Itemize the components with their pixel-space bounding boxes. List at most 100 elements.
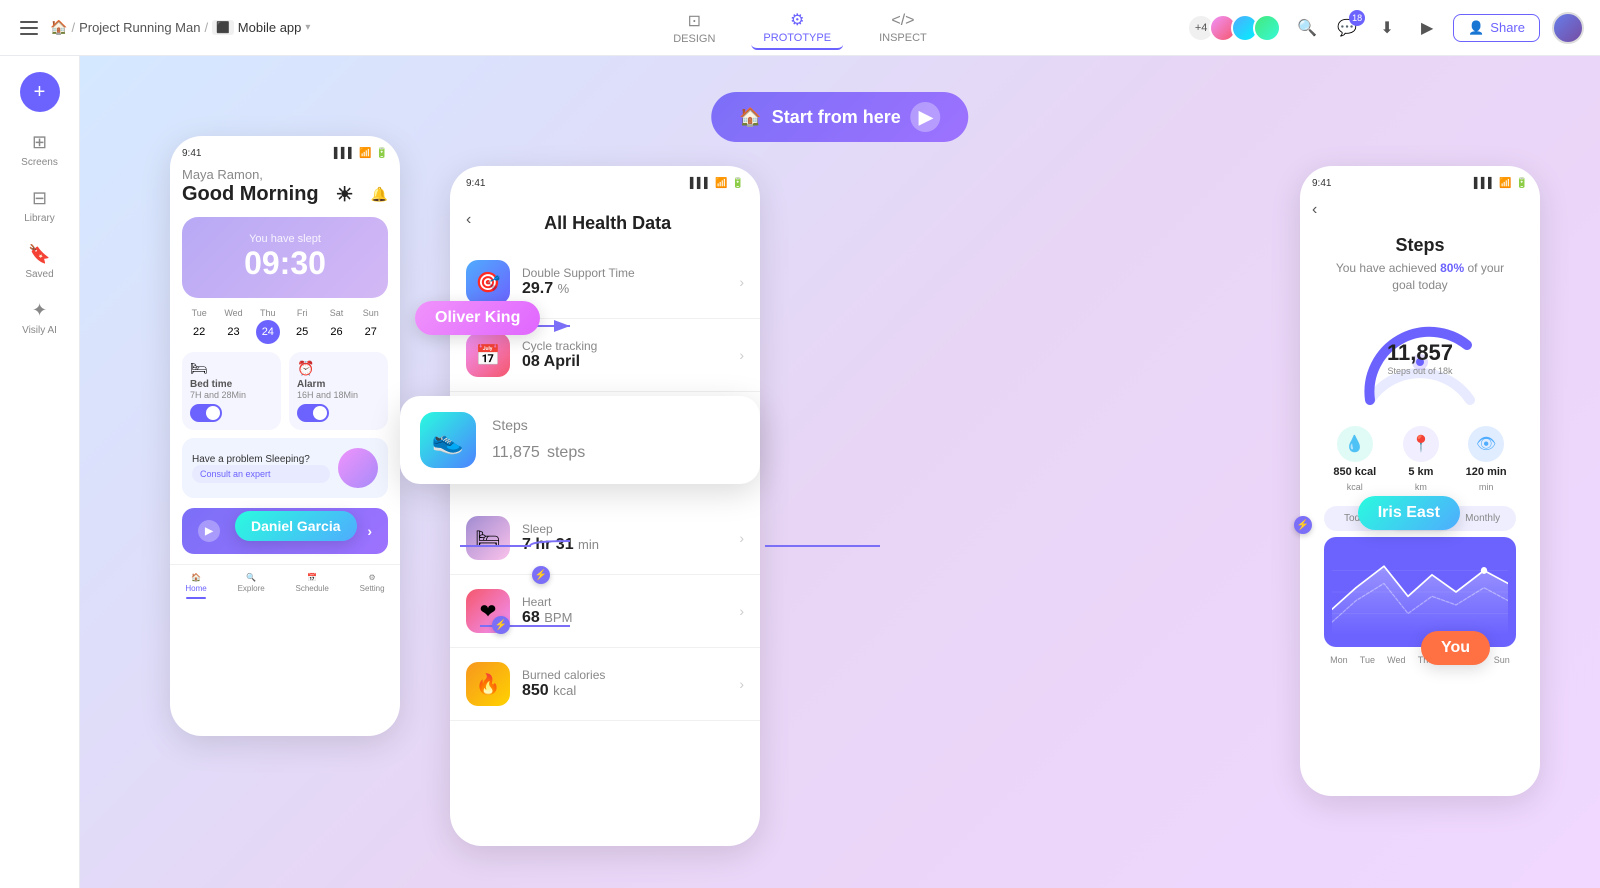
bedtime-toggle[interactable] xyxy=(190,404,222,422)
bedtime-duration: 7H and 28Min xyxy=(190,390,273,400)
steps-card-label: Steps xyxy=(492,417,585,433)
nav-home[interactable]: 🏠 Home xyxy=(185,573,206,599)
sidebar-item-saved[interactable]: 🔖 Saved xyxy=(8,236,72,288)
prototype-icon: ⚙ xyxy=(790,10,804,30)
nav-explore[interactable]: 🔍 Explore xyxy=(238,573,265,599)
tab-design[interactable]: ⊡ DESIGN xyxy=(661,7,727,49)
cycle-icon: 📅 xyxy=(466,333,510,377)
sun-icon: ☀ xyxy=(336,182,354,207)
add-screen-button[interactable]: + xyxy=(20,72,60,112)
health-list: 🎯 Double Support Time 29.7 % › 📅 Cycle t… xyxy=(450,246,760,866)
nav-settings[interactable]: ⚙ Setting xyxy=(360,573,385,599)
user-avatar[interactable] xyxy=(1552,12,1584,44)
page-name: Mobile app xyxy=(238,20,302,35)
mini-stat-kcal: 💧 850 kcal kcal xyxy=(1333,426,1376,492)
phone2-status-bar: 9:41 ▌▌▌ 📶 🔋 xyxy=(450,166,760,189)
km-icon: 📍 xyxy=(1403,426,1439,462)
sidebar-item-visily-ai[interactable]: ✦ Visily AI xyxy=(8,292,72,344)
wifi-icon-2: 📶 xyxy=(715,178,727,189)
battery-icon-3: 🔋 xyxy=(1516,178,1528,189)
chevron-right-icon: › xyxy=(739,274,744,290)
design-icon: ⊡ xyxy=(688,11,701,31)
steps-gauge: 11,857 Steps out of 18k xyxy=(1312,310,1528,410)
you-bubble: You xyxy=(1421,631,1490,665)
menu-button[interactable] xyxy=(16,17,42,39)
sidebar-label-library: Library xyxy=(24,213,55,224)
sidebar: + ⊞ Screens ⊟ Library 🔖 Saved ✦ Visily A… xyxy=(0,56,80,888)
tab-monthly[interactable]: Monthly xyxy=(1451,508,1514,529)
home-start-icon: 🏠 xyxy=(739,107,761,128)
topbar-right: +4 🔍 💬 18 ⬇ ▶ 👤 Share xyxy=(1187,12,1584,44)
steps-chart xyxy=(1324,537,1516,647)
play-start-icon: ▶ xyxy=(911,102,941,132)
health-item-calories[interactable]: 🔥 Burned calories 850 kcal › xyxy=(450,648,760,721)
calendar-row: Tue 22 Wed 23 Thu 24 Fri 25 Sat 26 xyxy=(182,308,388,344)
cal-day-tue: Tue 22 xyxy=(187,308,211,344)
promo-card: Have a problem Sleeping? Consult an expe… xyxy=(182,438,388,498)
phone1-time: 9:41 xyxy=(182,148,201,159)
bed-icon: 🛏 xyxy=(190,360,273,377)
consult-button[interactable]: Consult an expert xyxy=(192,465,330,483)
cal-day-wed: Wed 23 xyxy=(221,308,245,344)
mini-stat-min: 👁 120 min min xyxy=(1466,426,1507,492)
signal-icon: ▌▌▌ xyxy=(334,148,355,159)
search-button[interactable]: 🔍 xyxy=(1293,14,1321,42)
play-button[interactable]: ▶ xyxy=(1413,14,1441,42)
gauge-value: 11,857 xyxy=(1387,340,1453,366)
collaborators: +4 xyxy=(1187,14,1281,42)
collaborator-avatar-3 xyxy=(1253,14,1281,42)
sleep-time: 09:30 xyxy=(198,245,372,282)
greeting-name: Maya Ramon, xyxy=(182,167,388,182)
canvas: 🏠 Start from here ▶ 9:41 ▌▌▌ 📶 🔋 Maya Ra… xyxy=(80,56,1600,888)
nav-schedule[interactable]: 📅 Schedule xyxy=(296,573,329,599)
signal-icon-2: ▌▌▌ xyxy=(690,178,711,189)
back-icon-3[interactable]: ‹ xyxy=(1312,201,1317,219)
schedule-icon: 📅 xyxy=(307,573,317,582)
comments-button[interactable]: 💬 18 xyxy=(1333,14,1361,42)
cal-day-fri: Fri 25 xyxy=(290,308,314,344)
phone1-mockup: 9:41 ▌▌▌ 📶 🔋 Maya Ramon, Good Morning ☀ … xyxy=(170,136,400,736)
chevron-down-icon[interactable]: ▾ xyxy=(305,22,310,33)
sidebar-label-saved: Saved xyxy=(25,269,53,280)
greeting-text: Good Morning ☀ 🔔 xyxy=(182,182,388,207)
calories-icon: 🔥 xyxy=(466,662,510,706)
topbar: 🏠 / Project Running Man / ⬛ Mobile app ▾… xyxy=(0,0,1600,56)
bell-icon: 🔔 xyxy=(371,186,388,203)
chevron-right-icon-3: › xyxy=(739,530,744,546)
mini-stat-km: 📍 5 km km xyxy=(1403,426,1439,492)
alarm-toggle[interactable] xyxy=(297,404,329,422)
alarm-label: Alarm xyxy=(297,379,380,390)
tab-inspect[interactable]: </> INSPECT xyxy=(867,8,939,48)
play-icon: ▶ xyxy=(198,520,220,542)
phone3-time: 9:41 xyxy=(1312,178,1331,189)
health-item-sleep[interactable]: 🛏 Sleep 7 hr 31 min › xyxy=(450,502,760,575)
wifi-icon-3: 📶 xyxy=(1499,178,1511,189)
phone3-subtitle: You have achieved 80% of your goal today xyxy=(1312,260,1528,302)
inspect-icon: </> xyxy=(891,12,914,30)
notification-badge: 18 xyxy=(1349,10,1365,26)
steps-card-icon: 👟 xyxy=(420,412,476,468)
double-support-icon: 🎯 xyxy=(466,260,510,304)
oliver-king-bubble: Oliver King xyxy=(415,301,540,335)
sidebar-item-screens[interactable]: ⊞ Screens xyxy=(8,124,72,176)
ai-icon: ✦ xyxy=(32,300,47,321)
phone1-status-bar: 9:41 ▌▌▌ 📶 🔋 xyxy=(182,148,388,159)
topbar-left: 🏠 / Project Running Man / ⬛ Mobile app ▾ xyxy=(16,17,310,39)
chevron-right-icon-5: › xyxy=(739,676,744,692)
phone3-mockup: 9:41 ▌▌▌ 📶 🔋 ‹ Steps You have achieved 8… xyxy=(1300,166,1540,796)
tab-prototype[interactable]: ⚙ PROTOTYPE xyxy=(751,6,843,50)
start-from-here-button[interactable]: 🏠 Start from here ▶ xyxy=(711,92,968,142)
share-button[interactable]: 👤 Share xyxy=(1453,14,1540,42)
breadcrumb: 🏠 / Project Running Man / ⬛ Mobile app ▾ xyxy=(50,19,310,36)
sidebar-item-library[interactable]: ⊟ Library xyxy=(8,180,72,232)
daniel-garcia-bubble: Daniel Garcia xyxy=(235,511,357,541)
gauge-sub: Steps out of 18k xyxy=(1387,366,1453,376)
cal-day-thu[interactable]: Thu 24 xyxy=(256,308,280,344)
health-item-heart[interactable]: ❤ Heart 68 BPM › xyxy=(450,575,760,648)
home-nav-icon: 🏠 xyxy=(191,573,201,582)
download-button[interactable]: ⬇ xyxy=(1373,14,1401,42)
home-icon[interactable]: 🏠 xyxy=(50,19,67,36)
alarm-time: 16H and 18Min xyxy=(297,390,380,400)
chevron-right-icon-2: › xyxy=(739,347,744,363)
sleep-icon: 🛏 xyxy=(466,516,510,560)
